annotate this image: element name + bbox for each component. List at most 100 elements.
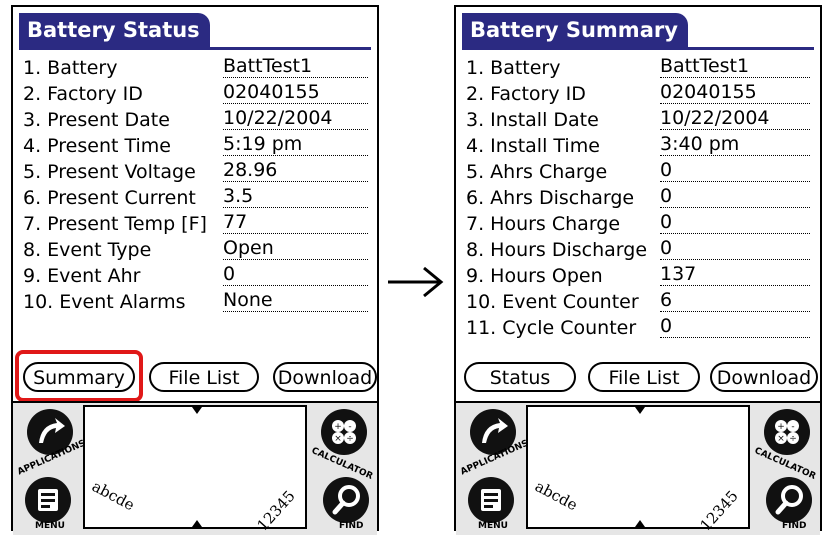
svg-text:-: - <box>348 422 351 432</box>
file-list-button[interactable]: File List <box>149 362 259 392</box>
field-value[interactable]: 0 <box>660 237 810 260</box>
field-row: 4. Install Time 3:40 pm <box>466 133 816 159</box>
menu-label: MENU <box>478 521 508 531</box>
field-row: 8. Event Type Open <box>23 237 373 263</box>
svg-text:-: - <box>791 422 794 432</box>
field-label: 9. Event Ahr <box>23 265 141 287</box>
title-bar: Battery Status <box>19 13 371 50</box>
field-label: 11. Cycle Counter <box>466 317 637 339</box>
field-value[interactable]: 77 <box>223 211 368 234</box>
battery-summary-screen: Battery Summary 1. Battery BattTest1 2. F… <box>454 5 822 535</box>
field-label: 2. Factory ID <box>23 83 143 105</box>
numbers-hint: 12345 <box>253 486 299 535</box>
download-button[interactable]: Download <box>710 362 818 392</box>
field-value[interactable]: 3:40 pm <box>660 133 810 156</box>
field-row: 3. Present Date 10/22/2004 <box>23 107 373 133</box>
field-label: 8. Event Type <box>23 239 152 261</box>
field-value[interactable]: 137 <box>660 263 810 286</box>
pad-divider-top <box>635 407 645 414</box>
field-label: 9. Hours Open <box>466 265 603 287</box>
find-icon[interactable] <box>766 477 812 523</box>
field-label: 6. Ahrs Discharge <box>466 187 635 209</box>
screen-title: Battery Status <box>19 13 210 47</box>
field-value[interactable]: BattTest1 <box>223 55 368 78</box>
field-row: 2. Factory ID 02040155 <box>23 81 373 107</box>
find-label: FIND <box>339 521 364 531</box>
button-bar: Summary File List Download <box>15 350 377 402</box>
pad-divider-bottom <box>192 520 202 527</box>
field-value[interactable]: 5:19 pm <box>223 133 368 156</box>
field-label: 6. Present Current <box>23 187 196 209</box>
svg-text:×: × <box>334 434 342 444</box>
field-label: 1. Battery <box>466 57 561 79</box>
field-row: 5. Present Voltage 28.96 <box>23 159 373 185</box>
field-row: 6. Present Current 3.5 <box>23 185 373 211</box>
pad-divider-top <box>192 407 202 414</box>
field-label: 8. Hours Discharge <box>466 239 648 261</box>
field-row: 10. Event Alarms None <box>23 289 373 315</box>
field-row: 10. Event Counter 6 <box>466 289 816 315</box>
download-button[interactable]: Download <box>273 362 377 392</box>
status-button[interactable]: Status <box>464 362 576 392</box>
svg-text:×: × <box>777 434 785 444</box>
field-value[interactable]: 0 <box>660 159 810 182</box>
button-bar: Status File List Download <box>458 362 818 394</box>
battery-status-screen: Battery Status 1. Battery BattTest1 2. Fa… <box>11 5 379 535</box>
field-row: 8. Hours Discharge 0 <box>466 237 816 263</box>
field-value[interactable]: Open <box>223 237 368 260</box>
field-row: 5. Ahrs Charge 0 <box>466 159 816 185</box>
field-value[interactable]: 10/22/2004 <box>223 107 368 130</box>
field-row: 9. Hours Open 137 <box>466 263 816 289</box>
field-label: 3. Present Date <box>23 109 170 131</box>
field-value[interactable]: 02040155 <box>660 81 810 104</box>
field-value[interactable]: 0 <box>660 315 810 338</box>
svg-text:÷: ÷ <box>346 434 354 444</box>
field-label: 7. Present Temp [F] <box>23 213 207 235</box>
graffiti-writing-pad[interactable]: abcde 12345 <box>526 405 750 534</box>
right-arrow-icon <box>388 266 444 298</box>
field-row: 6. Ahrs Discharge 0 <box>466 185 816 211</box>
summary-highlight-box <box>15 350 143 402</box>
field-value[interactable]: BattTest1 <box>660 55 810 78</box>
graffiti-writing-pad[interactable]: abcde 12345 <box>83 405 307 534</box>
svg-text:+: + <box>777 422 785 432</box>
field-value[interactable]: 28.96 <box>223 159 368 182</box>
find-label: FIND <box>782 521 807 531</box>
field-label: 5. Ahrs Charge <box>466 161 608 183</box>
field-value[interactable]: 0 <box>660 185 810 208</box>
calculator-icon[interactable]: + - × ÷ <box>321 409 367 455</box>
field-value[interactable]: 0 <box>660 211 810 234</box>
screen-title: Battery Summary <box>462 13 688 47</box>
field-label: 1. Battery <box>23 57 118 79</box>
menu-icon[interactable] <box>468 477 514 523</box>
calculator-icon[interactable]: + - × ÷ <box>764 409 810 455</box>
find-icon[interactable] <box>323 477 369 523</box>
menu-label: MENU <box>35 521 65 531</box>
field-label: 10. Event Counter <box>466 291 639 313</box>
field-label: 5. Present Voltage <box>23 161 196 183</box>
field-row: 11. Cycle Counter 0 <box>466 315 816 341</box>
field-value[interactable]: 10/22/2004 <box>660 107 810 130</box>
field-value[interactable]: None <box>223 289 368 312</box>
graffiti-area: APPLICATIONS MENU abcde 12345 + - × ÷ CALCU… <box>13 401 377 535</box>
field-label: 3. Install Date <box>466 109 599 131</box>
letters-hint: abcde <box>89 477 138 515</box>
numbers-hint: 12345 <box>696 486 742 535</box>
svg-text:÷: ÷ <box>789 434 797 444</box>
field-label: 2. Factory ID <box>466 83 586 105</box>
field-row: 9. Event Ahr 0 <box>23 263 373 289</box>
field-value[interactable]: 6 <box>660 289 810 312</box>
field-value[interactable]: 0 <box>223 263 368 286</box>
field-value[interactable]: 3.5 <box>223 185 368 208</box>
file-list-button[interactable]: File List <box>588 362 700 392</box>
letters-hint: abcde <box>532 477 581 515</box>
field-row: 7. Present Temp [F] 77 <box>23 211 373 237</box>
field-row: 7. Hours Charge 0 <box>466 211 816 237</box>
status-field-list: 1. Battery BattTest1 2. Factory ID 0204015… <box>23 55 373 315</box>
field-label: 7. Hours Charge <box>466 213 621 235</box>
pad-divider-bottom <box>635 520 645 527</box>
menu-icon[interactable] <box>25 477 71 523</box>
field-label: 4. Install Time <box>466 135 600 157</box>
field-row: 3. Install Date 10/22/2004 <box>466 107 816 133</box>
field-value[interactable]: 02040155 <box>223 81 368 104</box>
